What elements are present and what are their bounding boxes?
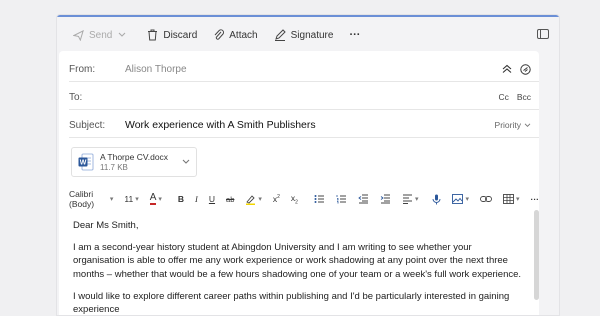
compose-toolbar: Send Discard Attach Signature ··· <box>57 19 559 51</box>
numbered-list-icon <box>336 195 346 204</box>
highlight-button[interactable]: ▾ <box>245 194 262 205</box>
subscript-button[interactable]: x2 <box>291 193 298 206</box>
from-label: From: <box>69 63 96 75</box>
subject-label: Subject: <box>69 119 106 131</box>
panel-icon <box>537 29 549 39</box>
from-row: From: Alison Thorpe <box>69 57 539 82</box>
popout-button[interactable] <box>537 29 549 42</box>
decrease-indent-button[interactable] <box>358 194 369 204</box>
to-label: To: <box>69 91 83 103</box>
font-size-value: 11 <box>124 194 134 204</box>
signature-button[interactable]: Signature <box>274 29 334 41</box>
strikethrough-button[interactable]: ab <box>226 195 234 204</box>
discard-label: Discard <box>163 29 198 41</box>
chevron-down-icon: ▾ <box>158 196 162 203</box>
chevron-down-icon[interactable] <box>118 30 131 41</box>
insert-picture-button[interactable]: ▾ <box>452 194 469 204</box>
highlighter-icon <box>246 194 256 205</box>
bcc-button[interactable]: Bcc <box>517 92 531 102</box>
insert-link-button[interactable] <box>480 195 492 203</box>
font-color-button[interactable]: A ▾ <box>149 192 162 205</box>
chevron-down-icon: ▾ <box>109 196 114 203</box>
sensitivity-icon[interactable] <box>520 63 531 75</box>
italic-button[interactable]: I <box>195 194 198 204</box>
message-body[interactable]: Dear Ms Smith, I am a second-year histor… <box>73 219 523 316</box>
bullets-button[interactable] <box>314 194 325 204</box>
subject-field[interactable]: Work experience with A Smith Publishers <box>125 119 495 131</box>
font-size-dropdown[interactable]: 11 ▾ <box>124 194 138 204</box>
priority-label: Priority <box>494 120 521 130</box>
increase-indent-button[interactable] <box>380 194 391 204</box>
attach-button[interactable]: Attach <box>213 29 258 41</box>
from-field[interactable]: Alison Thorpe <box>125 64 502 75</box>
font-family-dropdown[interactable]: Calibri (Body) ▾ <box>69 189 113 209</box>
italic-icon: I <box>195 194 198 204</box>
send-label: Send <box>89 29 113 41</box>
chevron-down-icon: ▾ <box>135 196 139 203</box>
align-button[interactable]: ▾ <box>402 194 419 204</box>
table-icon <box>503 194 514 204</box>
outdent-icon <box>358 194 368 204</box>
dictate-button[interactable] <box>432 194 441 205</box>
chevron-down-icon: ▾ <box>515 196 520 203</box>
subject-row: Subject: Work experience with A Smith Pu… <box>69 113 539 138</box>
chevron-down-icon: ▾ <box>465 196 469 203</box>
attachment-size: 11.7 KB <box>100 163 128 172</box>
body-greeting: Dear Ms Smith, <box>73 220 139 231</box>
formatting-toolbar: Calibri (Body) ▾ 11 ▾ A ▾ B I U ab ▾ x2 … <box>69 189 539 209</box>
svg-text:W: W <box>80 160 87 167</box>
indent-icon <box>380 194 390 204</box>
superscript-button[interactable]: x2 <box>273 194 280 204</box>
compose-window: Send Discard Attach Signature ··· From: … <box>56 14 560 316</box>
font-color-icon: A <box>149 192 157 205</box>
subscript-icon: x2 <box>290 192 298 206</box>
signature-label: Signature <box>290 29 334 41</box>
attach-label: Attach <box>229 29 258 41</box>
bold-button[interactable]: B <box>178 194 184 204</box>
trash-icon <box>148 29 158 41</box>
body-paragraph: I am a second-year history student at Ab… <box>73 242 522 280</box>
body-scrollbar[interactable] <box>534 210 539 300</box>
align-left-icon <box>402 194 412 204</box>
send-button[interactable]: Send <box>73 29 131 41</box>
cc-button[interactable]: Cc <box>498 92 508 102</box>
bold-icon: B <box>177 194 185 204</box>
chevron-down-icon <box>524 123 531 127</box>
link-icon <box>480 196 492 202</box>
underline-icon: U <box>208 194 216 204</box>
attachment-card[interactable]: W A Thorpe CV.docx 11.7 KB <box>71 147 197 177</box>
chevron-down-icon: ▾ <box>258 196 262 203</box>
discard-button[interactable]: Discard <box>147 29 197 41</box>
insert-table-button[interactable]: ▾ <box>503 194 520 204</box>
chevron-down-icon: ▾ <box>414 196 419 203</box>
microphone-icon <box>433 194 441 204</box>
numbering-button[interactable] <box>336 194 347 204</box>
collapse-icon[interactable] <box>502 64 512 74</box>
word-doc-icon: W <box>78 153 94 171</box>
body-paragraph: I would like to explore different career… <box>73 290 510 316</box>
window-accent-line <box>57 15 559 17</box>
chevron-down-icon[interactable] <box>182 159 190 165</box>
underline-button[interactable]: U <box>209 194 215 204</box>
strikethrough-icon: ab <box>226 194 235 204</box>
picture-icon <box>452 194 464 204</box>
pen-icon <box>274 29 286 41</box>
paperclip-icon <box>214 29 225 40</box>
compose-pane: From: Alison Thorpe To: Cc Bcc Subject: … <box>59 51 539 316</box>
send-icon <box>73 29 84 41</box>
bullet-list-icon <box>314 195 324 203</box>
more-formatting-button[interactable]: ··· <box>531 194 540 204</box>
to-row: To: Cc Bcc <box>69 85 539 110</box>
attachment-name: A Thorpe CV.docx <box>100 152 169 162</box>
more-icon: ··· <box>530 194 540 204</box>
priority-dropdown[interactable]: Priority <box>495 120 539 130</box>
superscript-icon: x2 <box>272 194 280 204</box>
font-family-value: Calibri (Body) <box>69 189 95 209</box>
more-options-button[interactable]: ··· <box>349 29 360 41</box>
more-icon: ··· <box>349 29 361 41</box>
attachment-info: A Thorpe CV.docx 11.7 KB <box>100 152 168 172</box>
